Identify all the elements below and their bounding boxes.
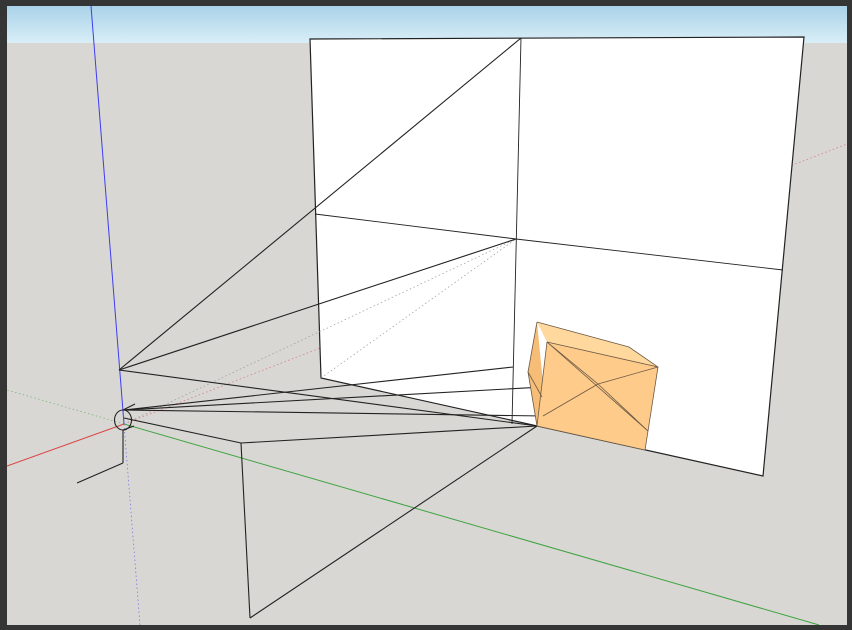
scene-canvas[interactable] (7, 6, 847, 625)
application-window (0, 0, 852, 630)
3d-viewport[interactable] (7, 6, 847, 625)
